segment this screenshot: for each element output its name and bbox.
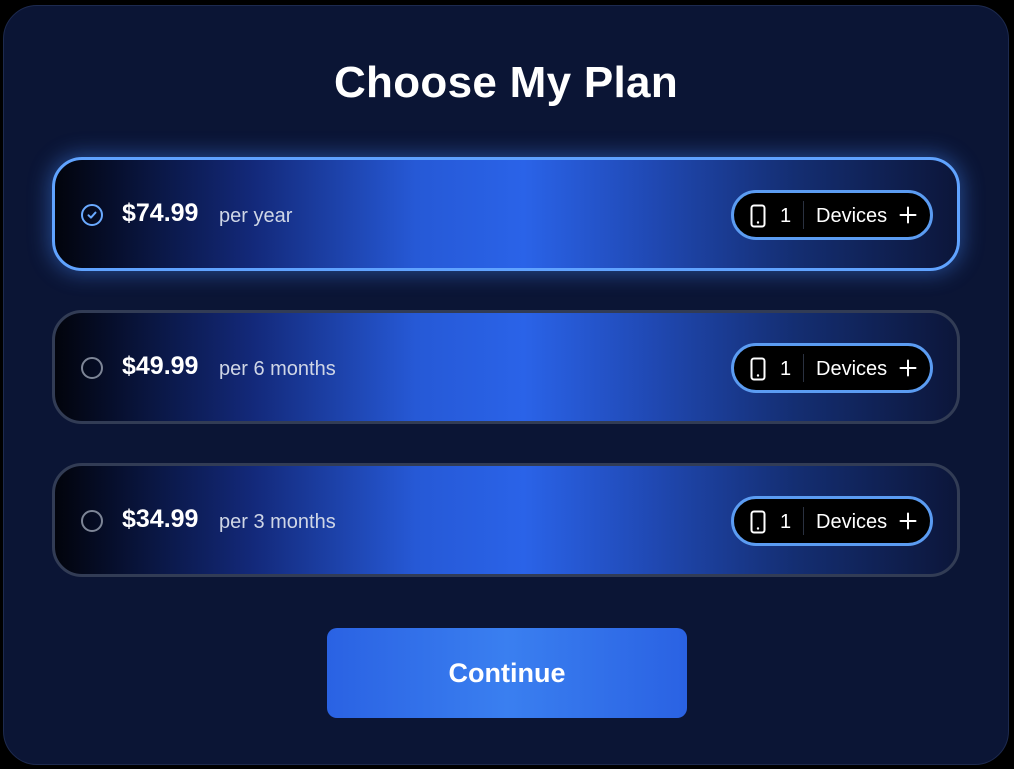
phone-icon (750, 204, 766, 233)
plan-option-3-months[interactable]: $34.99 per 3 months 1 Devices (52, 463, 960, 577)
plan-period: per 3 months (219, 511, 336, 533)
devices-label: Devices (816, 511, 888, 533)
plus-icon[interactable] (899, 206, 917, 229)
plan-modal: Choose My Plan $74.99 per year 1 Devices… (3, 5, 1009, 765)
devices-label: Devices (816, 205, 888, 227)
plan-period: per year (219, 205, 293, 227)
device-selector: 1 Devices (731, 190, 933, 240)
plus-icon[interactable] (899, 359, 917, 382)
plan-option-6-months[interactable]: $49.99 per 6 months 1 Devices (52, 310, 960, 424)
device-count: 1 (780, 358, 792, 380)
page-title: Choose My Plan (333, 58, 679, 107)
device-count: 1 (780, 511, 792, 533)
divider (803, 201, 804, 229)
phone-icon (750, 357, 766, 386)
plan-price: $49.99 (122, 352, 199, 380)
plan-price: $74.99 (122, 199, 199, 227)
device-count: 1 (780, 205, 792, 227)
device-selector: 1 Devices (731, 496, 933, 546)
continue-button[interactable]: Continue (327, 628, 687, 718)
plan-option-yearly[interactable]: $74.99 per year 1 Devices (52, 157, 960, 271)
plan-period: per 6 months (219, 358, 336, 380)
phone-icon (750, 510, 766, 539)
devices-label: Devices (816, 358, 888, 380)
divider (803, 354, 804, 382)
plus-icon[interactable] (899, 512, 917, 535)
divider (803, 507, 804, 535)
radio-empty-icon[interactable] (81, 510, 103, 532)
check-circle-icon[interactable] (81, 204, 103, 226)
radio-empty-icon[interactable] (81, 357, 103, 379)
plan-price: $34.99 (122, 505, 199, 533)
device-selector: 1 Devices (731, 343, 933, 393)
